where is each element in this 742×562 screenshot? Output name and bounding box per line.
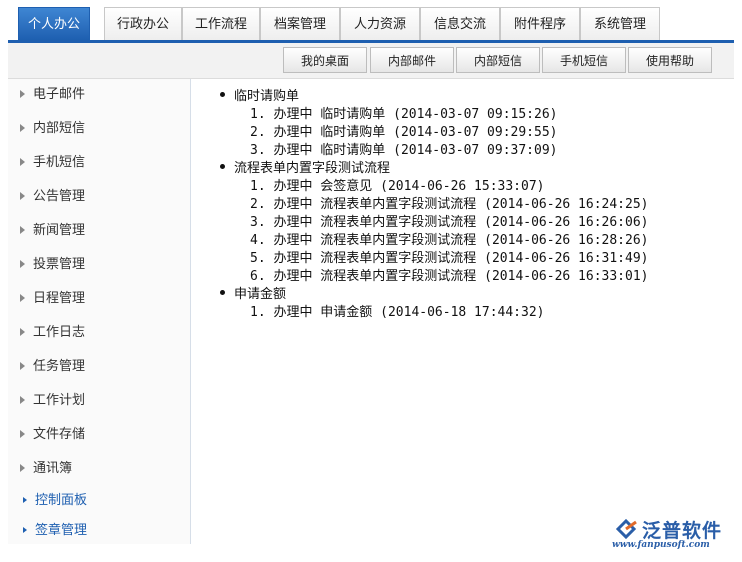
- subtab-mobile-sms[interactable]: 手机短信: [542, 47, 626, 73]
- sidebar-item-label: 文件存储: [33, 427, 86, 442]
- caret-right-icon: [20, 191, 25, 200]
- bullet-icon: [220, 290, 225, 295]
- bullet-icon: [220, 92, 225, 97]
- sidebar-item-label: 手机短信: [33, 155, 86, 170]
- caret-right-icon: [20, 327, 25, 336]
- sidebar-item-voting[interactable]: 投票管理: [20, 255, 85, 275]
- workflow-item[interactable]: 1. 办理中 会签意见 (2014-06-26 15:33:07): [250, 178, 545, 196]
- sidebar-item-work-plan[interactable]: 工作计划: [20, 391, 85, 411]
- caret-right-icon: [23, 496, 27, 503]
- sidebar-item-label: 控制面板: [35, 493, 88, 508]
- caret-right-icon: [20, 293, 25, 302]
- sidebar-item-tasks[interactable]: 任务管理: [20, 357, 85, 377]
- caret-right-icon: [20, 89, 25, 98]
- caret-right-icon: [20, 429, 25, 438]
- tab-info-exchange[interactable]: 信息交流: [420, 7, 500, 40]
- workflow-group-title: 申请金额: [220, 286, 286, 304]
- sidebar-item-control-panel[interactable]: 控制面板: [20, 491, 87, 511]
- workflow-item[interactable]: 1. 办理中 临时请购单 (2014-03-07 09:15:26): [250, 106, 558, 124]
- workflow-item[interactable]: 3. 办理中 临时请购单 (2014-03-07 09:37:09): [250, 142, 558, 160]
- logo-url: www.fanpusoft.com: [612, 540, 710, 550]
- bullet-icon: [220, 164, 225, 169]
- sidebar-item-label: 公告管理: [33, 189, 86, 204]
- sidebar: 电子邮件 内部短信 手机短信 公告管理 新闻管理 投票管理 日程管理 工作日志 …: [8, 79, 191, 544]
- sidebar-item-notices[interactable]: 公告管理: [20, 187, 85, 207]
- workflow-item[interactable]: 2. 办理中 流程表单内置字段测试流程 (2014-06-26 16:24:25…: [250, 196, 649, 214]
- sidebar-item-label: 工作计划: [33, 393, 86, 408]
- sidebar-item-news[interactable]: 新闻管理: [20, 221, 85, 241]
- sidebar-item-signature[interactable]: 签章管理: [20, 521, 87, 541]
- logo-name: 泛普软件: [642, 520, 723, 542]
- workflow-item[interactable]: 1. 办理中 申请金额 (2014-06-18 17:44:32): [250, 304, 545, 322]
- sidebar-item-label: 签章管理: [35, 523, 88, 538]
- caret-right-icon: [20, 361, 25, 370]
- subtab-help[interactable]: 使用帮助: [628, 47, 712, 73]
- sidebar-item-label: 新闻管理: [33, 223, 86, 238]
- caret-right-icon: [20, 395, 25, 404]
- sidebar-item-label: 工作日志: [33, 325, 86, 340]
- tab-personal-office[interactable]: 个人办公: [18, 7, 90, 40]
- caret-right-icon: [20, 123, 25, 132]
- sidebar-item-file-storage[interactable]: 文件存储: [20, 425, 85, 445]
- caret-right-icon: [20, 157, 25, 166]
- workflow-item[interactable]: 6. 办理中 流程表单内置字段测试流程 (2014-06-26 16:33:01…: [250, 268, 649, 286]
- tab-attachments[interactable]: 附件程序: [500, 7, 580, 40]
- subtab-my-desktop[interactable]: 我的桌面: [283, 47, 367, 73]
- subtab-internal-sms[interactable]: 内部短信: [456, 47, 540, 73]
- tab-workflow[interactable]: 工作流程: [182, 7, 260, 40]
- workflow-item[interactable]: 3. 办理中 流程表单内置字段测试流程 (2014-06-26 16:26:06…: [250, 214, 649, 232]
- caret-right-icon: [20, 463, 25, 472]
- caret-right-icon: [20, 259, 25, 268]
- workflow-group-title: 临时请购单: [220, 88, 299, 106]
- tab-admin-office[interactable]: 行政办公: [104, 7, 182, 40]
- sidebar-item-address-book[interactable]: 通讯簿: [20, 459, 72, 479]
- workflow-item[interactable]: 5. 办理中 流程表单内置字段测试流程 (2014-06-26 16:31:49…: [250, 250, 649, 268]
- workflow-item[interactable]: 2. 办理中 临时请购单 (2014-03-07 09:29:55): [250, 124, 558, 142]
- sidebar-item-mobile-sms[interactable]: 手机短信: [20, 153, 85, 173]
- tab-archives[interactable]: 档案管理: [260, 7, 340, 40]
- sidebar-item-label: 电子邮件: [33, 87, 86, 102]
- tab-system-admin[interactable]: 系统管理: [580, 7, 660, 40]
- sidebar-item-label: 内部短信: [33, 121, 86, 136]
- caret-right-icon: [20, 225, 25, 234]
- sidebar-item-label: 投票管理: [33, 257, 86, 272]
- sidebar-item-label: 任务管理: [33, 359, 86, 374]
- sidebar-item-label: 通讯簿: [33, 461, 73, 476]
- sidebar-item-email[interactable]: 电子邮件: [20, 85, 85, 105]
- brand-logo: 泛普软件 www.fanpusoft.com: [612, 516, 737, 556]
- caret-right-icon: [23, 526, 27, 533]
- subtab-internal-mail[interactable]: 内部邮件: [370, 47, 454, 73]
- logo-mark-icon: [615, 518, 637, 540]
- sidebar-item-internal-sms[interactable]: 内部短信: [20, 119, 85, 139]
- sidebar-item-work-log[interactable]: 工作日志: [20, 323, 85, 343]
- sidebar-item-label: 日程管理: [33, 291, 86, 306]
- workflow-group-title: 流程表单内置字段测试流程: [220, 160, 390, 178]
- sidebar-item-schedule[interactable]: 日程管理: [20, 289, 85, 309]
- tab-hr[interactable]: 人力资源: [340, 7, 420, 40]
- workflow-item[interactable]: 4. 办理中 流程表单内置字段测试流程 (2014-06-26 16:28:26…: [250, 232, 649, 250]
